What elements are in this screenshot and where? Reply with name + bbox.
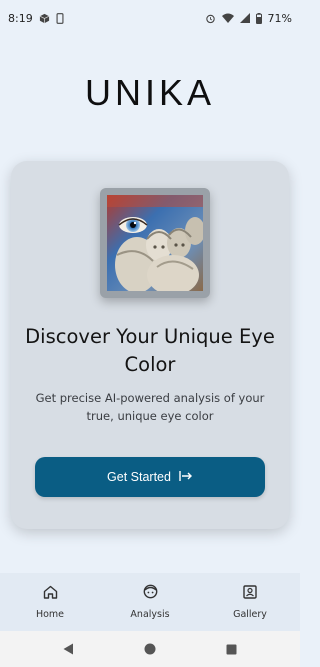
bottom-navigation: Home Analysis Gallery (0, 573, 300, 631)
home-icon (43, 585, 58, 599)
card-title: Discover Your Unique Eye Color (25, 325, 275, 376)
status-bar: 8:19 71% (0, 0, 300, 36)
nav-item-analysis[interactable]: Analysis (110, 584, 190, 620)
system-navigation-bar (0, 631, 300, 667)
app-title: UNIKA (84, 72, 216, 113)
hero-image-frame (100, 188, 210, 298)
back-triangle-icon[interactable] (63, 640, 74, 659)
nav-label-analysis: Analysis (130, 609, 170, 620)
battery-icon (255, 12, 262, 24)
wifi-icon (221, 13, 234, 23)
get-started-button[interactable]: Get Started (35, 457, 265, 497)
portrait-icon (243, 584, 257, 599)
hero-image (107, 195, 203, 291)
hero-card: Discover Your Unique Eye Color Get preci… (11, 161, 289, 529)
get-started-label: Get Started (107, 470, 171, 484)
signal-icon (239, 13, 250, 23)
face-icon (143, 584, 158, 599)
alarm-icon (205, 13, 216, 24)
nav-label-gallery: Gallery (233, 608, 267, 620)
home-circle-icon[interactable] (144, 640, 156, 659)
nav-item-gallery[interactable]: Gallery (210, 584, 290, 620)
battery-percent: 71% (267, 11, 292, 25)
cube-notification-icon (39, 13, 50, 24)
arrow-right-bar-icon (179, 470, 193, 484)
recents-square-icon[interactable] (226, 640, 237, 659)
phone-notification-icon (56, 12, 64, 24)
status-time: 8:19 (8, 11, 33, 25)
nav-item-home[interactable]: Home (10, 585, 90, 620)
nav-label-home: Home (35, 608, 65, 620)
card-subtitle: Get precise AI-powered analysis of your … (35, 391, 265, 423)
